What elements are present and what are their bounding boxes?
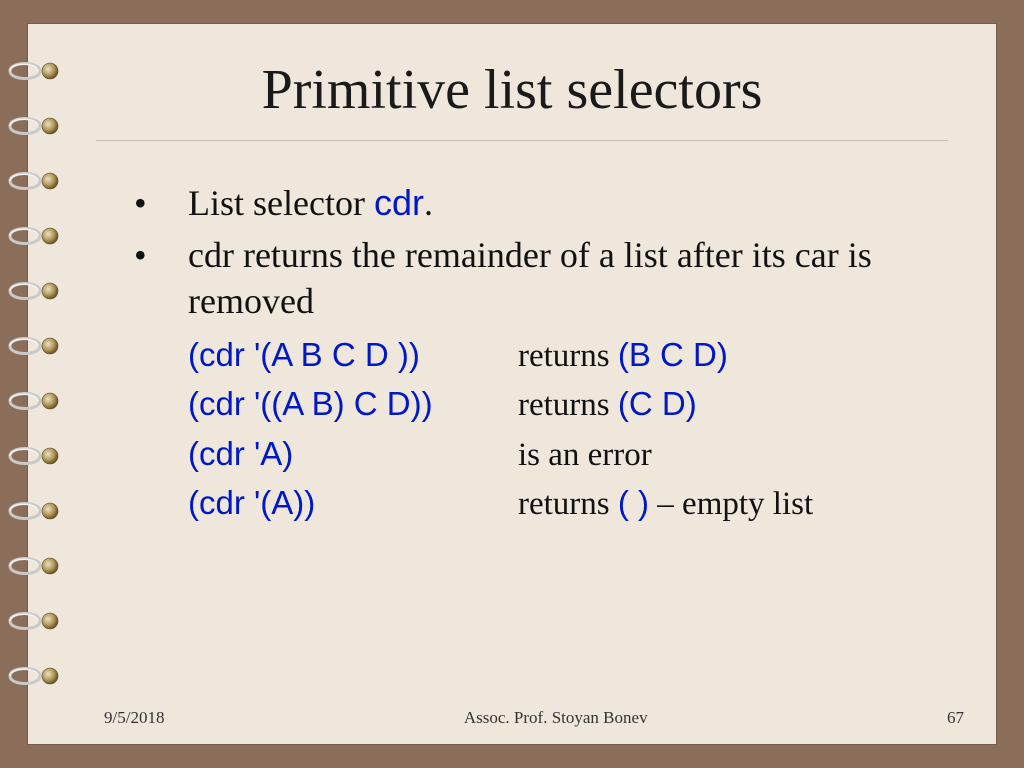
example-expr: (cdr 'A): [188, 433, 518, 476]
result-value: ( ): [618, 484, 649, 521]
footer-page: 67: [947, 708, 964, 728]
binding-ring: [6, 553, 66, 577]
result-suffix: – empty list: [649, 486, 813, 522]
example-result: returns (B C D): [518, 334, 956, 377]
example-row: (cdr 'A) is an error: [188, 433, 956, 476]
bullet-text: cdr returns the remainder of a list afte…: [188, 235, 872, 321]
example-row: (cdr '(A)) returns ( ) – empty list: [188, 482, 956, 525]
result-value: (B C D): [618, 336, 728, 373]
result-prefix: returns: [518, 338, 618, 374]
example-expr: (cdr '((A B) C D)): [188, 383, 518, 426]
keyword-cdr: cdr: [374, 182, 424, 223]
binding-ring: [6, 608, 66, 632]
bullet-text-prefix: List selector: [188, 183, 374, 223]
example-expr: (cdr '(A B C D )): [188, 334, 518, 377]
bullet-text-suffix: .: [424, 183, 433, 223]
result-value: (C D): [618, 385, 697, 422]
slide: Primitive list selectors List selector c…: [28, 24, 996, 744]
slide-body: List selector cdr. cdr returns the remai…: [28, 156, 996, 525]
slide-footer: 9/5/2018 Assoc. Prof. Stoyan Bonev 67: [28, 708, 996, 728]
result-prefix: is an error: [518, 437, 652, 473]
example-block: (cdr '(A B C D )) returns (B C D) (cdr '…: [128, 334, 956, 525]
example-row: (cdr '(A B C D )) returns (B C D): [188, 334, 956, 377]
example-expr: (cdr '(A)): [188, 482, 518, 525]
result-prefix: returns: [518, 387, 618, 423]
example-row: (cdr '((A B) C D)) returns (C D): [188, 383, 956, 426]
bullet-list: List selector cdr. cdr returns the remai…: [128, 180, 956, 324]
binding-ring: [6, 663, 66, 687]
bullet-item: List selector cdr.: [128, 180, 956, 226]
title-underline: [96, 140, 948, 142]
footer-author: Assoc. Prof. Stoyan Bonev: [164, 708, 947, 728]
example-result: returns (C D): [518, 383, 956, 426]
footer-date: 9/5/2018: [104, 708, 164, 728]
example-result: returns ( ) – empty list: [518, 482, 956, 525]
bullet-item: cdr returns the remainder of a list afte…: [128, 232, 956, 324]
result-prefix: returns: [518, 486, 618, 522]
slide-title: Primitive list selectors: [28, 24, 996, 140]
example-result: is an error: [518, 433, 956, 476]
